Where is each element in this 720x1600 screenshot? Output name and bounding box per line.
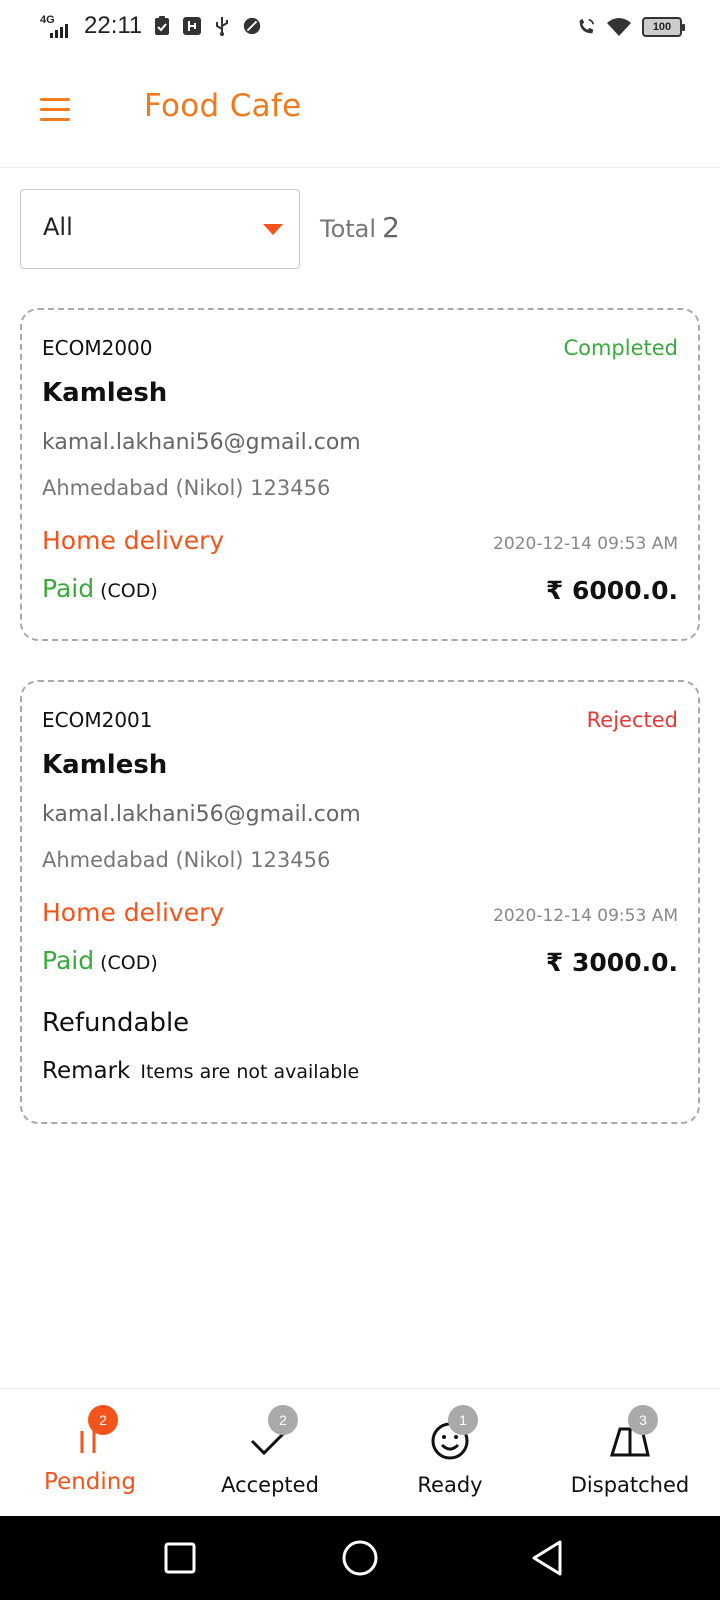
nav-label: Pending (44, 1469, 136, 1495)
order-id: ECOM2001 (42, 708, 153, 732)
delivery-type: Home delivery (42, 898, 225, 927)
order-amount: ₹ 3000.0. (545, 948, 678, 977)
total-label: Total (320, 215, 377, 243)
accepted-badge: 2 (268, 1405, 298, 1435)
ready-badge: 1 (448, 1405, 478, 1435)
dispatched-badge: 3 (628, 1405, 658, 1435)
filter-row: All Total 2 (20, 189, 700, 269)
clipboard-check-icon (155, 16, 170, 35)
payment-status: Paid (42, 574, 95, 603)
order-date: 2020-12-14 09:53 AM (493, 906, 678, 926)
customer-address: Ahmedabad (Nikol) 123456 (42, 848, 331, 872)
order-date: 2020-12-14 09:53 AM (493, 534, 678, 554)
nav-label: Dispatched (570, 1473, 690, 1497)
wifi-call-icon (579, 18, 595, 34)
customer-name: Kamlesh (42, 378, 168, 408)
customer-email: kamal.lakhani56@gmail.com (42, 802, 361, 827)
battery-icon: 100 (642, 17, 685, 37)
payment-method: (COD) (100, 580, 158, 602)
customer-name: Kamlesh (42, 750, 168, 780)
leaf-icon (244, 17, 261, 35)
order-amount: ₹ 6000.0. (545, 576, 678, 605)
home-icon[interactable] (340, 1538, 380, 1578)
refund-status: Refundable (42, 1008, 190, 1038)
order-id: ECOM2000 (42, 336, 153, 360)
nav-label: Ready (417, 1473, 483, 1497)
app-title: Food Cafe (144, 88, 302, 124)
nav-accepted[interactable]: 2 Accepted (180, 1389, 360, 1517)
remark-label: Remark (42, 1058, 131, 1084)
order-status: Rejected (586, 708, 678, 732)
nav-ready[interactable]: 1 Ready (360, 1389, 540, 1517)
customer-email: kamal.lakhani56@gmail.com (42, 430, 361, 455)
wifi-icon (607, 18, 631, 36)
order-card[interactable]: ECOM2000 Completed Kamlesh kamal.lakhani… (20, 308, 700, 641)
clock: 22:11 (84, 12, 143, 39)
bottom-navigation: 2 Pending 2 Accepted 1 Ready 3 Dispatche… (0, 1388, 720, 1516)
total-count: Total 2 (320, 211, 400, 244)
back-icon[interactable] (528, 1538, 568, 1578)
signal-icon: 4G (40, 12, 74, 40)
nav-label: Accepted (221, 1473, 319, 1497)
dropdown-selected-value: All (43, 213, 73, 241)
total-number: 2 (382, 211, 400, 244)
status-filter-dropdown[interactable]: All (20, 189, 300, 269)
status-bar: 4G 22:11 100 (0, 0, 720, 56)
nav-pending[interactable]: 2 Pending (0, 1389, 180, 1517)
app-bar: Food Cafe (0, 56, 720, 168)
nav-dispatched[interactable]: 3 Dispatched (540, 1389, 720, 1517)
remark-text: Items are not available (140, 1061, 360, 1083)
order-card[interactable]: ECOM2001 Rejected Kamlesh kamal.lakhani5… (20, 680, 700, 1124)
payment-method: (COD) (100, 952, 158, 974)
payment-status: Paid (42, 946, 95, 975)
delivery-type: Home delivery (42, 526, 225, 555)
order-status: Completed (563, 336, 678, 360)
usb-debug-icon (183, 17, 202, 35)
usb-icon (216, 17, 229, 36)
recent-apps-icon[interactable] (160, 1538, 200, 1578)
customer-address: Ahmedabad (Nikol) 123456 (42, 476, 331, 500)
caret-down-icon (263, 224, 283, 235)
pending-badge: 2 (88, 1405, 118, 1435)
system-navigation-bar (0, 1516, 720, 1600)
hamburger-menu-icon[interactable] (40, 98, 70, 124)
